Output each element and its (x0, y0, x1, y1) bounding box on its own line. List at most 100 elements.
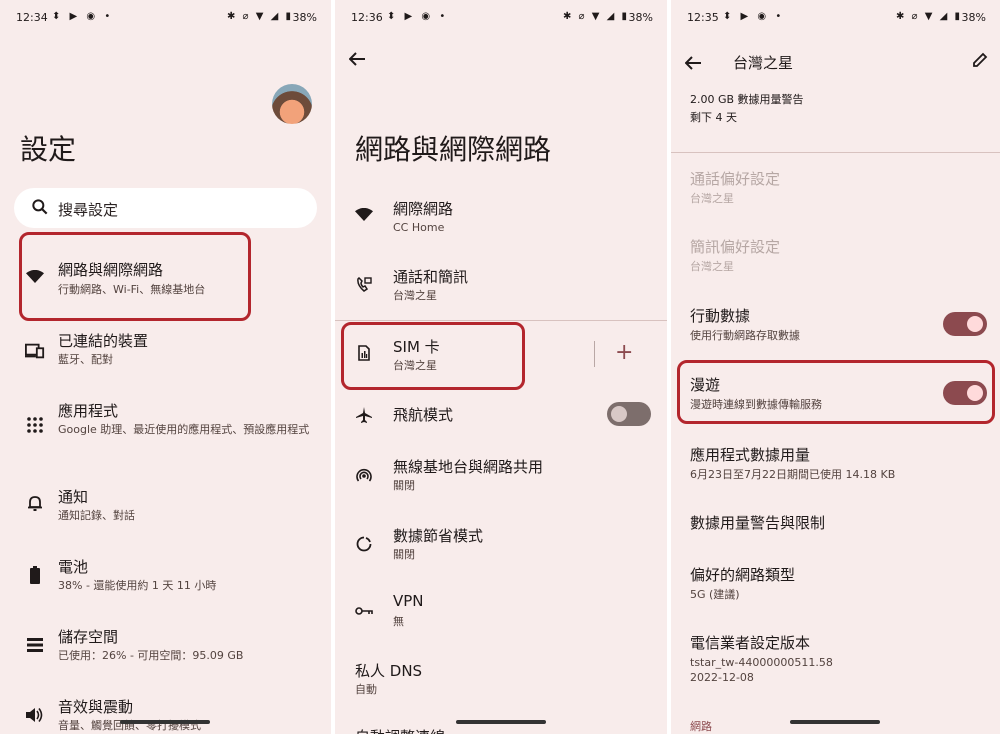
section-divider (671, 152, 1000, 153)
status-bar: 12:36 ⬍ ▶ ◉ • ✱ ⌀ ▼ ◢ ▮ 38% (335, 10, 667, 30)
setting-title: 電信業者設定版本 (690, 634, 811, 652)
setting-subtitle: 台灣之星 (690, 192, 734, 205)
network-item-title: 自動調整連線 (355, 726, 445, 734)
page-title: 台灣之星 (733, 54, 794, 72)
preferred-network-type-item[interactable]: 偏好的網路類型 5G (建議) (671, 564, 1000, 614)
settings-item-title: 通知 (58, 488, 89, 506)
settings-item-title: 音效與震動 (58, 698, 134, 716)
settings-item-battery[interactable]: 電池 38% - 還能使用約 1 天 11 小時 (0, 556, 331, 606)
notification-icons: ⬍ ▶ ◉ • (387, 11, 449, 22)
data-saver-icon (353, 533, 375, 555)
network-item-subtitle: 關閉 (393, 548, 415, 561)
settings-item-subtitle: 通知記錄、對話 (58, 509, 135, 522)
search-icon (32, 199, 48, 215)
status-time: 12:36 (351, 11, 383, 24)
airplane-icon (353, 404, 375, 426)
search-settings-bar[interactable]: 搜尋設定 (14, 188, 317, 228)
setting-subtitle: 台灣之星 (690, 260, 734, 273)
volume-icon (24, 704, 46, 726)
settings-item-subtitle: 已使用：26% - 可用空間：95.09 GB (58, 649, 244, 662)
bell-icon (24, 492, 46, 514)
network-item-airplane-mode[interactable]: 飛航模式 (335, 402, 667, 432)
airplane-mode-toggle[interactable] (607, 402, 651, 426)
add-sim-button[interactable]: + (615, 340, 633, 365)
gesture-nav-bar[interactable] (120, 720, 210, 724)
network-item-calls-sms[interactable]: 通話和簡訊 台灣之星 (335, 266, 667, 316)
settings-item-title: 應用程式 (58, 402, 119, 420)
setting-title: 通話偏好設定 (690, 170, 781, 188)
settings-item-title: 已連結的裝置 (58, 332, 149, 350)
gesture-nav-bar[interactable] (456, 720, 546, 724)
network-item-internet[interactable]: 網際網路 CC Home (335, 198, 667, 248)
settings-item-sound[interactable]: 音效與震動 音量、觸覺回饋、零打擾模式 (0, 696, 331, 734)
status-bar: 12:35 ⬍ ▶ ◉ • ✱ ⌀ ▼ ◢ ▮ 38% (671, 10, 1000, 30)
network-item-subtitle: 關閉 (393, 479, 415, 492)
network-item-title: 無線基地台與網路共用 (393, 458, 544, 476)
network-item-title: 飛航模式 (393, 406, 454, 424)
network-item-title: 數據節省模式 (393, 527, 484, 545)
battery-icon (24, 564, 46, 586)
status-bar: 12:34 ⬍ ▶ ◉ • ✱ ⌀ ▼ ◢ ▮ 38% (0, 10, 331, 30)
gesture-nav-bar[interactable] (790, 720, 880, 724)
settings-item-subtitle: 藍牙、配對 (58, 353, 113, 366)
setting-title: 行動數據 (690, 307, 751, 325)
notification-icons: ⬍ ▶ ◉ • (52, 11, 114, 22)
data-warning-text: 2.00 GB 數據用量警告 (690, 93, 804, 106)
call-sms-icon (353, 274, 375, 296)
status-time: 12:35 (687, 11, 719, 24)
setting-title: 簡訊偏好設定 (690, 238, 781, 256)
mobile-data-item[interactable]: 行動數據 使用行動網路存取數據 (671, 305, 1000, 355)
apps-grid-icon (24, 414, 46, 436)
setting-subtitle: 5G (建議) (690, 588, 740, 601)
network-item-title: VPN (393, 592, 424, 610)
account-avatar[interactable] (272, 84, 312, 124)
system-status-icons: ✱ ⌀ ▼ ◢ ▮ (896, 11, 962, 22)
network-item-hotspot[interactable]: 無線基地台與網路共用 關閉 (335, 456, 667, 506)
settings-item-subtitle: Google 助理、最近使用的應用程式、預設應用程式 (58, 423, 310, 436)
edit-pencil-icon[interactable] (972, 52, 988, 72)
setting-title: 偏好的網路類型 (690, 566, 796, 584)
page-title: 網路與網際網路 (355, 133, 552, 166)
back-arrow-icon[interactable] (684, 54, 701, 75)
setting-subtitle: tstar_tw-44000000511.58 (690, 656, 833, 669)
settings-panel: 12:34 ⬍ ▶ ◉ • ✱ ⌀ ▼ ◢ ▮ 38% 設定 搜尋設定 網路與網… (0, 0, 331, 734)
battery-percent: 38% (628, 11, 653, 24)
network-item-subtitle: CC Home (393, 221, 445, 234)
network-item-title: 通話和簡訊 (393, 268, 469, 286)
network-item-subtitle: 無 (393, 615, 404, 628)
battery-percent: 38% (961, 11, 986, 24)
settings-item-subtitle: 38% - 還能使用約 1 天 11 小時 (58, 579, 217, 592)
setting-title: 數據用量警告與限制 (690, 514, 826, 532)
settings-item-apps[interactable]: 應用程式 Google 助理、最近使用的應用程式、預設應用程式 (0, 400, 331, 460)
settings-item-storage[interactable]: 儲存空間 已使用：26% - 可用空間：95.09 GB (0, 626, 331, 676)
setting-subtitle-date: 2022-12-08 (690, 671, 754, 684)
toggle-knob (967, 316, 983, 332)
network-item-title: 網際網路 (393, 200, 454, 218)
page-title: 設定 (20, 133, 77, 166)
network-item-title: 私人 DNS (355, 662, 423, 680)
storage-icon (24, 634, 46, 656)
back-arrow-icon[interactable] (348, 50, 365, 71)
network-item-vpn[interactable]: VPN 無 (335, 592, 667, 642)
data-warning-limit-item[interactable]: 數據用量警告與限制 (671, 512, 1000, 542)
hotspot-icon (353, 464, 375, 486)
settings-item-title: 儲存空間 (58, 628, 119, 646)
network-item-private-dns[interactable]: 私人 DNS 自動 (335, 660, 667, 710)
network-item-adaptive-connectivity[interactable]: 自動調整連線 (335, 726, 667, 734)
setting-subtitle: 使用行動網路存取數據 (690, 329, 800, 342)
mobile-data-toggle[interactable] (943, 312, 987, 336)
notification-icons: ⬍ ▶ ◉ • (723, 11, 785, 22)
system-status-icons: ✱ ⌀ ▼ ◢ ▮ (563, 11, 629, 22)
network-item-data-saver[interactable]: 數據節省模式 關閉 (335, 525, 667, 575)
network-internet-panel: 12:36 ⬍ ▶ ◉ • ✱ ⌀ ▼ ◢ ▮ 38% 網路與網際網路 網際網路… (335, 0, 667, 734)
setting-subtitle: 6月23日至7月22日期間已使用 14.18 KB (690, 468, 896, 481)
app-data-usage-item[interactable]: 應用程式數據用量 6月23日至7月22日期間已使用 14.18 KB (671, 444, 1000, 494)
network-item-subtitle: 自動 (355, 683, 377, 696)
section-header-network: 網路 (690, 720, 712, 733)
section-divider (335, 320, 667, 321)
settings-item-connected-devices[interactable]: 已連結的裝置 藍牙、配對 (0, 330, 331, 380)
data-warning-info: 2.00 GB 數據用量警告 剩下 4 天 (671, 92, 1000, 132)
vertical-divider (594, 341, 595, 367)
settings-item-notifications[interactable]: 通知 通知記錄、對話 (0, 486, 331, 536)
setting-title: 應用程式數據用量 (690, 446, 811, 464)
